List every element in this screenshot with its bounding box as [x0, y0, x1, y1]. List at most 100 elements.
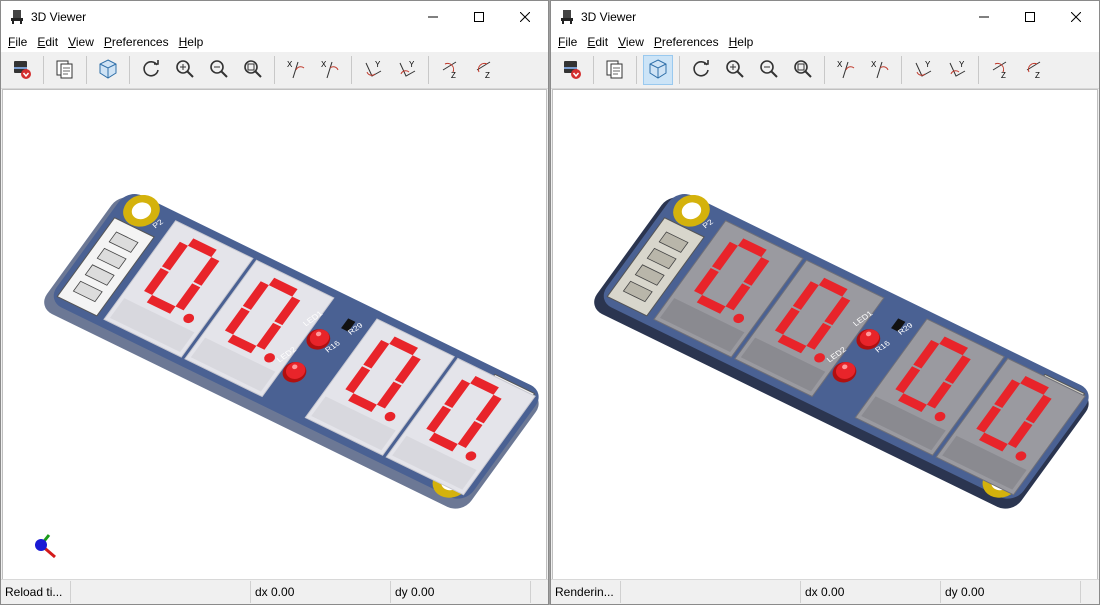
rotate-y-cw-button[interactable]: Y	[358, 55, 388, 85]
zoom-out-button[interactable]	[204, 55, 234, 85]
rotate-z-cw-button[interactable]: Z	[985, 55, 1015, 85]
status-empty	[621, 581, 801, 603]
toolbar: X X Y Y Z Z	[551, 52, 1099, 89]
left-viewer-window: 3D Viewer File Edit View Preferences Hel…	[0, 0, 549, 605]
rotate-z-ccw-button[interactable]: Z	[1019, 55, 1049, 85]
status-rest	[1081, 581, 1099, 603]
svg-text:X: X	[321, 60, 327, 69]
toolbar-separator	[86, 56, 87, 84]
minimize-button[interactable]	[410, 1, 456, 32]
rotate-z-cw-icon: Z	[989, 58, 1011, 83]
rotate-z-ccw-icon: Z	[1023, 58, 1045, 83]
zoom-in-button[interactable]	[720, 55, 750, 85]
menu-edit[interactable]: Edit	[582, 35, 613, 49]
zoom-fit-icon	[242, 58, 264, 83]
toolbar-separator	[679, 56, 680, 84]
zoom-fit-button[interactable]	[238, 55, 268, 85]
reload-button[interactable]	[686, 55, 716, 85]
minimize-button[interactable]	[961, 1, 1007, 32]
rotate-x-ccw-button[interactable]: X	[315, 55, 345, 85]
close-button[interactable]	[502, 1, 548, 32]
raytracing-cube-button[interactable]	[643, 55, 673, 85]
menu-help[interactable]: Help	[174, 35, 209, 49]
title-bar[interactable]: 3D Viewer	[1, 1, 548, 32]
rotate-z-ccw-button[interactable]: Z	[469, 55, 499, 85]
rotate-z-cw-icon: Z	[439, 58, 461, 83]
zoom-out-button[interactable]	[754, 55, 784, 85]
zoom-fit-button[interactable]	[788, 55, 818, 85]
toolbar-separator	[636, 56, 637, 84]
menu-edit[interactable]: Edit	[32, 35, 63, 49]
menu-view[interactable]: View	[63, 35, 99, 49]
z-axis	[35, 539, 47, 551]
zoom-out-icon	[208, 58, 230, 83]
status-dx: dx 0.00	[801, 581, 941, 603]
menu-file[interactable]: File	[3, 35, 32, 49]
zoom-in-icon	[724, 58, 746, 83]
svg-text:Z: Z	[485, 71, 490, 80]
rotate-z-cw-button[interactable]: Z	[435, 55, 465, 85]
rotate-y-ccw-button[interactable]: Y	[392, 55, 422, 85]
pcb-render: LED1LED2R29R16P2	[35, 194, 539, 559]
toolbar-separator	[901, 56, 902, 84]
rotate-y-ccw-icon: Y	[396, 58, 418, 83]
pcb-board: LED1LED2R29R16P2	[594, 194, 1089, 509]
svg-text:X: X	[837, 60, 843, 69]
3d-canvas[interactable]: LED1 LED2 R29 R16 P2	[552, 89, 1098, 583]
svg-text:Y: Y	[409, 60, 415, 69]
rotate-y-ccw-button[interactable]: Y	[942, 55, 972, 85]
right-viewer-window: 3D Viewer File Edit View Preferences Hel…	[550, 0, 1100, 605]
toolbar-separator	[824, 56, 825, 84]
title-bar[interactable]: 3D Viewer	[551, 1, 1099, 32]
rotate-y-cw-icon: Y	[912, 58, 934, 83]
close-button[interactable]	[1053, 1, 1099, 32]
menu-file[interactable]: File	[553, 35, 582, 49]
rotate-x-cw-button[interactable]: X	[831, 55, 861, 85]
copy-button[interactable]	[600, 55, 630, 85]
menu-view[interactable]: View	[613, 35, 649, 49]
menu-preferences[interactable]: Preferences	[649, 35, 724, 49]
toolbar-separator	[274, 56, 275, 84]
maximize-button[interactable]	[1007, 1, 1053, 32]
menu-help[interactable]: Help	[724, 35, 759, 49]
zoom-out-icon	[758, 58, 780, 83]
rotate-y-cw-button[interactable]: Y	[908, 55, 938, 85]
pcb-board: LED1LED2R29R16P2	[44, 194, 539, 509]
copy-button[interactable]	[50, 55, 80, 85]
toolbar-separator	[978, 56, 979, 84]
pcb-render: LED1LED2R29R16P2	[594, 194, 1089, 509]
app-icon	[561, 9, 573, 24]
svg-text:Y: Y	[925, 60, 931, 69]
rotate-x-cw-button[interactable]: X	[281, 55, 311, 85]
toolbar: X X Y Y Z Z	[1, 52, 548, 89]
status-empty	[71, 581, 251, 603]
menu-bar: File Edit View Preferences Help	[1, 32, 548, 52]
toolbar-separator	[593, 56, 594, 84]
3d-canvas[interactable]: LED1 LED2 R29 R16 P2	[2, 89, 547, 583]
export-icon	[11, 58, 33, 83]
copy-icon	[54, 58, 76, 83]
maximize-button[interactable]	[456, 1, 502, 32]
raytracing-cube-button[interactable]	[93, 55, 123, 85]
svg-text:X: X	[287, 60, 293, 69]
status-rest	[531, 581, 548, 603]
status-bar: Renderin... dx 0.00 dy 0.00	[551, 579, 1099, 604]
reload-icon	[140, 58, 162, 83]
svg-text:Z: Z	[451, 71, 456, 80]
toolbar-separator	[351, 56, 352, 84]
svg-text:Z: Z	[1001, 71, 1006, 80]
export-button[interactable]	[7, 55, 37, 85]
zoom-in-button[interactable]	[170, 55, 200, 85]
status-message: Renderin...	[551, 581, 621, 603]
reload-button[interactable]	[136, 55, 166, 85]
rotate-x-cw-icon: X	[285, 58, 307, 83]
export-button[interactable]	[557, 55, 587, 85]
rotate-x-ccw-icon: X	[869, 58, 891, 83]
axis-gizmo	[35, 534, 56, 559]
status-dy: dy 0.00	[391, 581, 531, 603]
rotate-x-ccw-button[interactable]: X	[865, 55, 895, 85]
menu-bar: File Edit View Preferences Help	[551, 32, 1099, 52]
menu-preferences[interactable]: Preferences	[99, 35, 174, 49]
toolbar-separator	[428, 56, 429, 84]
rotate-z-ccw-icon: Z	[473, 58, 495, 83]
